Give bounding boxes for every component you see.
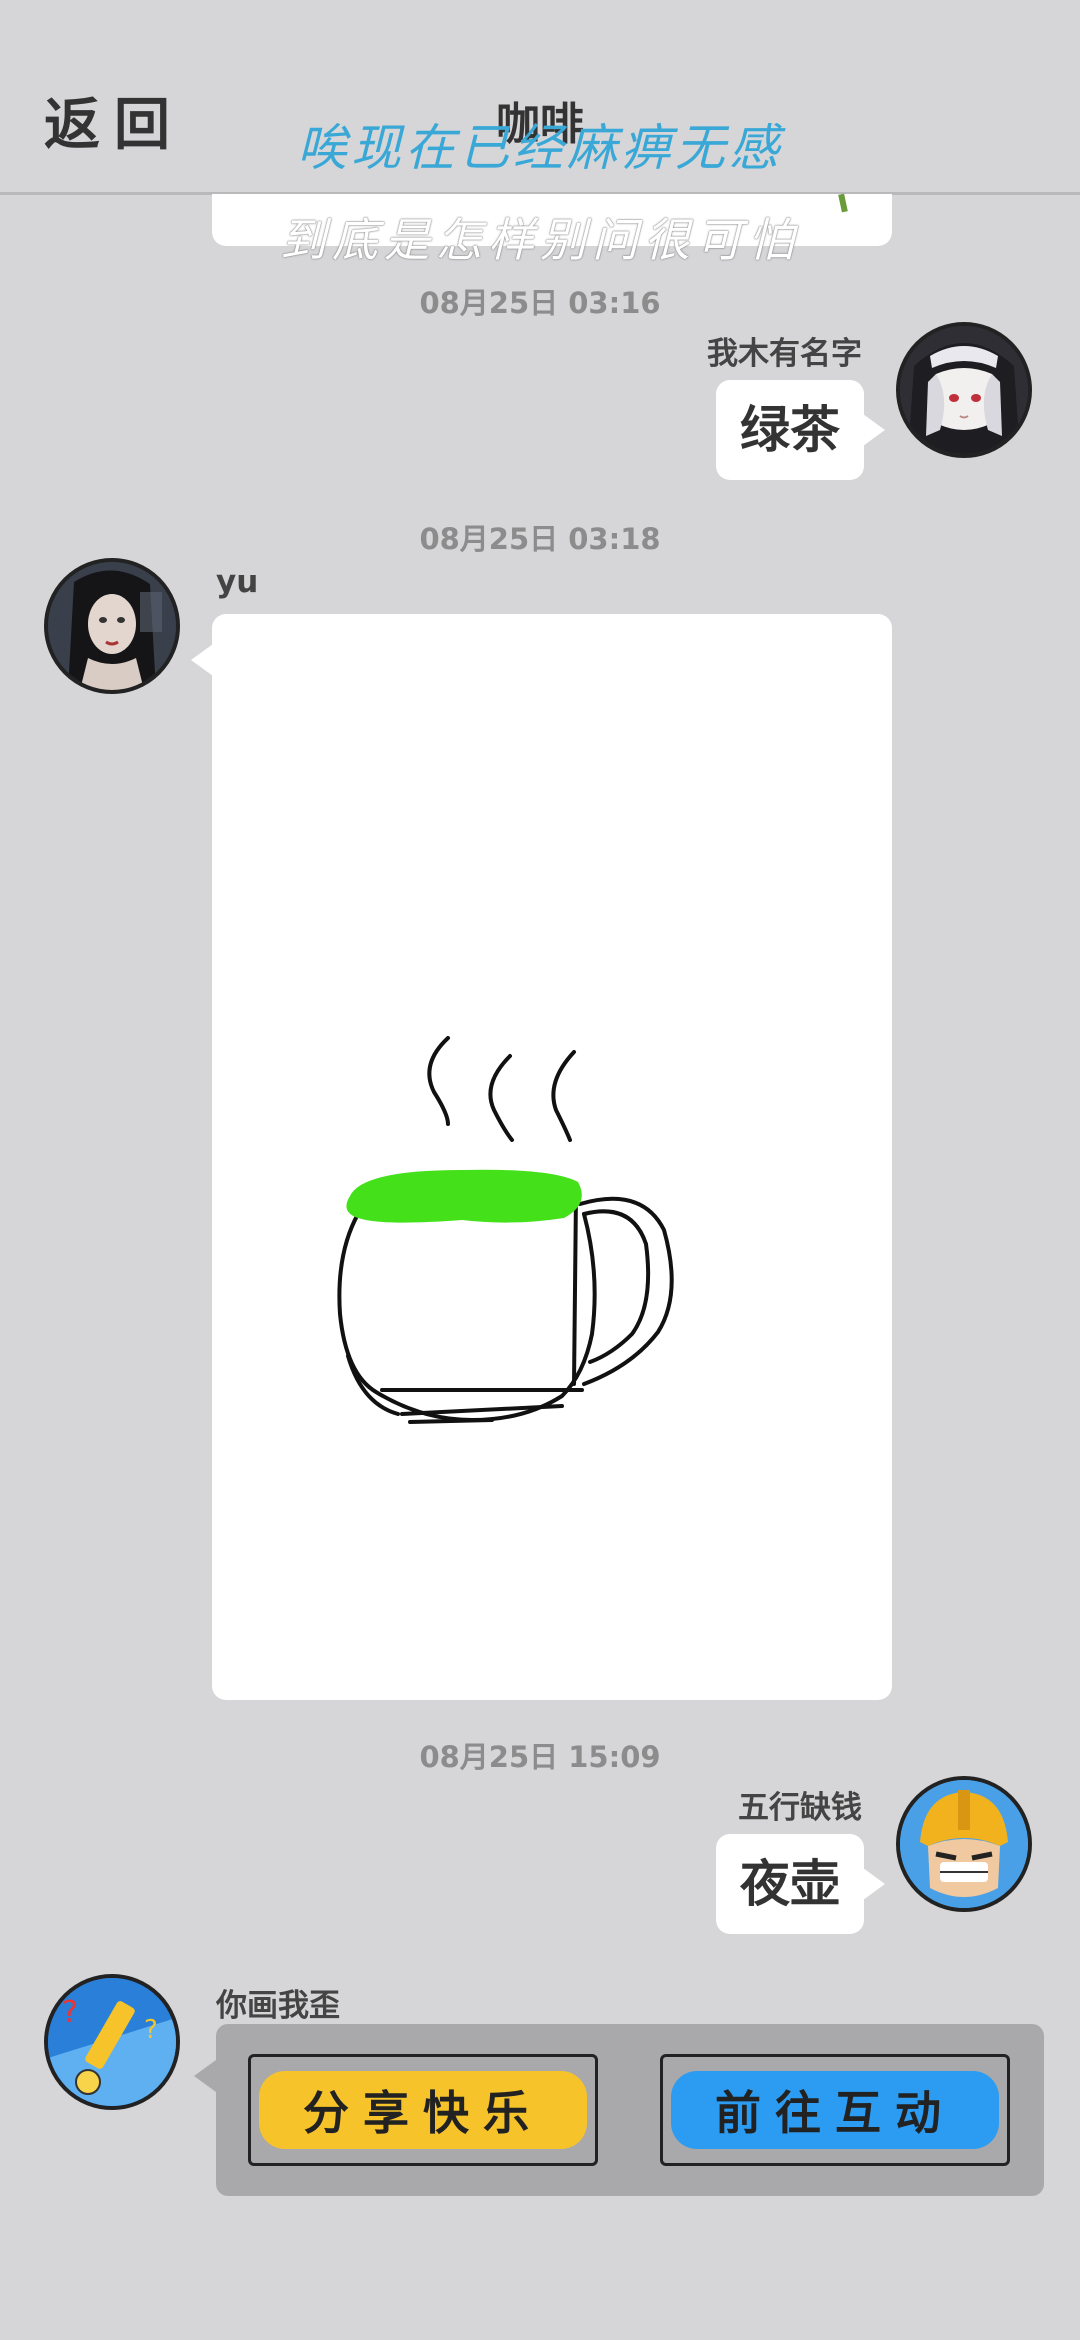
drawing-message[interactable]	[212, 614, 892, 1700]
message-timestamp: 08月25日 03:16	[419, 286, 661, 320]
message-text: 夜壶	[740, 1855, 840, 1913]
user-avatar[interactable]	[896, 322, 1032, 458]
message-username: 你画我歪	[216, 1988, 340, 2024]
message-timestamp: 08月25日 03:18	[419, 522, 661, 556]
bubble-tail	[194, 2060, 216, 2092]
message-username: yu	[216, 564, 259, 600]
message-username: 我木有名字	[707, 336, 862, 372]
share-button-label: 分享快乐	[303, 2086, 543, 2140]
message-bubble[interactable]: 绿茶	[716, 380, 864, 480]
user-avatar[interactable]	[896, 1776, 1032, 1912]
coffee-cup-drawing	[337, 1036, 674, 1424]
interact-button-label: 前往互动	[715, 2086, 955, 2140]
message-username: 五行缺钱	[738, 1790, 862, 1826]
lyric-overlay-line-1: 唉现在已经麻痹无感	[297, 119, 783, 177]
message-timestamp: 08月25日 15:09	[419, 1740, 661, 1774]
bubble-tail	[191, 644, 213, 676]
bubble-tail	[863, 414, 885, 446]
message-text: 绿茶	[740, 401, 840, 459]
lyric-overlay-line-2: 到底是怎样别问很可怕	[280, 213, 800, 267]
game-invite-card: 分享快乐 前往互动	[216, 2024, 1044, 2196]
user-avatar[interactable]: ? ?	[44, 1974, 180, 2110]
svg-text:?: ?	[62, 1995, 78, 2030]
bubble-tail	[863, 1868, 885, 1900]
user-avatar[interactable]	[44, 558, 180, 694]
go-interact-button[interactable]: 前往互动	[660, 2054, 1010, 2166]
message-bubble[interactable]: 夜壶	[716, 1834, 864, 1934]
share-joy-button[interactable]: 分享快乐	[248, 2054, 598, 2166]
svg-text:?: ?	[144, 2015, 158, 2045]
